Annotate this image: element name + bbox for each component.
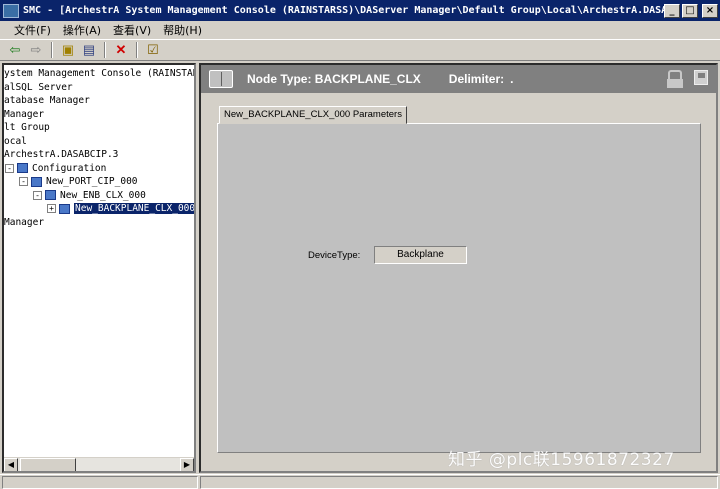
- menu-file[interactable]: 文件(F): [8, 22, 57, 38]
- node-type-label: Node Type: BACKPLANE_CLX: [247, 72, 421, 86]
- tree-item-label: New_PORT_CIP_000: [46, 176, 138, 187]
- tree-item[interactable]: ystem Management Console (RAINSTARSS): [4, 67, 194, 80]
- tree-item-label: ArchestrA.DASABCIP.3: [4, 149, 119, 160]
- device-type-label: DeviceType:: [308, 250, 361, 261]
- properties-icon[interactable]: ☑: [144, 41, 162, 59]
- parameters-panel: DeviceType: Backplane: [217, 123, 701, 453]
- tree-item[interactable]: Manager: [4, 216, 44, 229]
- tree-item-label: ystem Management Console (RAINSTARSS): [4, 68, 194, 79]
- detail-pane: Node Type: BACKPLANE_CLX Delimiter: . Ne…: [199, 63, 718, 473]
- tree-item[interactable]: - New_PORT_CIP_000: [19, 175, 138, 188]
- tree-item-label: Configuration: [32, 162, 107, 174]
- show-tree-icon[interactable]: ▤: [80, 41, 98, 59]
- toolbar-separator: [104, 42, 106, 58]
- menu-help[interactable]: 帮助(H): [157, 22, 208, 38]
- horizontal-scrollbar[interactable]: ◀ ▶: [4, 457, 194, 471]
- tree-item-label: Manager: [4, 108, 45, 120]
- scroll-right-arrow-icon[interactable]: ▶: [180, 458, 194, 471]
- node-icon: [31, 176, 42, 187]
- status-cell: [2, 476, 198, 489]
- tree-item[interactable]: + New_BACKPLANE_CLX_000: [47, 202, 194, 215]
- forward-arrow-icon[interactable]: ⇨: [27, 41, 45, 59]
- tab-parameters[interactable]: New_BACKPLANE_CLX_000 Parameters: [219, 106, 407, 124]
- tree-item[interactable]: - Configuration: [5, 162, 106, 175]
- tree-item[interactable]: - New_ENB_CLX_000: [33, 189, 146, 202]
- save-icon[interactable]: [694, 70, 708, 85]
- app-icon[interactable]: [3, 3, 19, 18]
- menu-view[interactable]: 查看(V): [107, 22, 157, 38]
- menu-action[interactable]: 操作(A): [57, 22, 107, 38]
- lock-icon[interactable]: [667, 70, 683, 88]
- tree-item[interactable]: ArchestrA.DASABCIP.3: [4, 148, 118, 161]
- close-button[interactable]: ×: [702, 3, 718, 18]
- collapse-icon[interactable]: -: [19, 177, 28, 186]
- window-title: SMC - [ArchestrA System Management Conso…: [23, 5, 664, 16]
- tree-item-label: New_ENB_CLX_000: [60, 189, 146, 201]
- tree-item[interactable]: Manager: [4, 108, 44, 121]
- collapse-icon[interactable]: -: [5, 163, 14, 173]
- delimiter-label: Delimiter:: [448, 72, 505, 86]
- delete-icon[interactable]: ✕: [112, 41, 130, 59]
- scroll-left-arrow-icon[interactable]: ◀: [4, 458, 18, 471]
- maximize-button[interactable]: □: [682, 3, 698, 18]
- tree-item[interactable]: alSQL Server: [4, 81, 73, 94]
- back-arrow-icon[interactable]: ⇦: [6, 41, 24, 59]
- watermark-text: 知乎 @plc联15961872327: [448, 450, 675, 470]
- toolbar-separator: [51, 42, 53, 58]
- tree-item[interactable]: ocal: [4, 135, 27, 148]
- tree-item-label: atabase Manager: [4, 95, 90, 106]
- menu-bar: 文件(F) 操作(A) 查看(V) 帮助(H): [0, 21, 720, 39]
- tree-view[interactable]: ystem Management Console (RAINSTARSS) alS…: [4, 65, 194, 457]
- tree-item-label: Manager: [4, 216, 45, 228]
- node-icon: [59, 203, 70, 214]
- toolbar: ⇦ ⇨ ▣ ▤ ✕ ☑: [0, 39, 720, 61]
- device-type-field: Backplane: [374, 246, 467, 264]
- detail-header: Node Type: BACKPLANE_CLX Delimiter: .: [201, 65, 716, 93]
- book-icon: [209, 70, 233, 88]
- expand-icon[interactable]: +: [47, 204, 56, 213]
- tree-item[interactable]: atabase Manager: [4, 94, 90, 107]
- toolbar-separator: [136, 42, 138, 58]
- tree-item-label: ocal: [4, 135, 27, 147]
- node-icon: [17, 163, 28, 173]
- delimiter-value: .: [510, 72, 514, 86]
- node-icon: [45, 190, 56, 200]
- tree-item-label: alSQL Server: [4, 81, 73, 93]
- scroll-thumb[interactable]: [20, 458, 76, 471]
- minimize-button[interactable]: _: [664, 3, 680, 18]
- up-folder-icon[interactable]: ▣: [59, 41, 77, 59]
- status-cell: [200, 476, 718, 489]
- tree-item[interactable]: lt Group: [4, 121, 50, 134]
- status-bar: [0, 474, 720, 489]
- tree-pane[interactable]: ystem Management Console (RAINSTARSS) alS…: [2, 63, 196, 473]
- collapse-icon[interactable]: -: [33, 190, 42, 200]
- tree-item-label: lt Group: [4, 122, 50, 133]
- tree-item-label: New_BACKPLANE_CLX_000: [74, 203, 194, 214]
- title-bar[interactable]: SMC - [ArchestrA System Management Conso…: [0, 0, 720, 21]
